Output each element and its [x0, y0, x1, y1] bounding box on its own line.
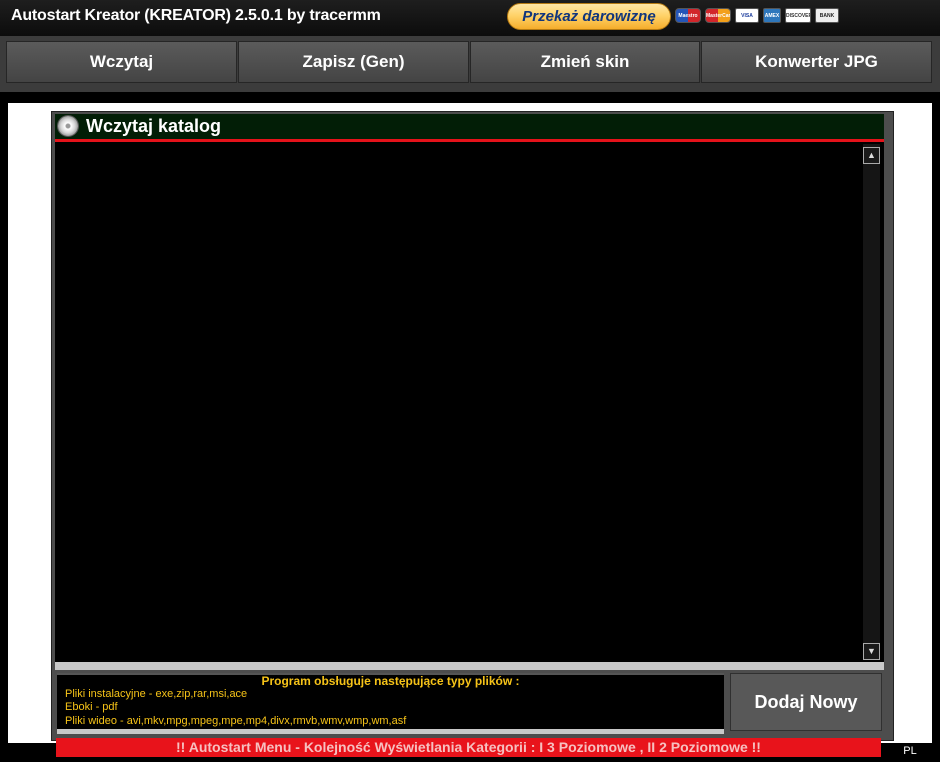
mastercard-card-icon: MasterCard: [705, 8, 731, 23]
file-list[interactable]: ▲ ▼: [55, 142, 884, 662]
info-line-installers: Pliki instalacyjne - exe,zip,rar,msi,ace: [65, 688, 248, 700]
save-gen-button[interactable]: Zapisz (Gen): [238, 41, 469, 83]
info-bottom-strip: [57, 729, 724, 734]
panel-title: Wczytaj katalog: [86, 116, 222, 136]
load-button[interactable]: Wczytaj: [6, 41, 237, 83]
toolbar: Wczytaj Zapisz (Gen) Zmień skin Konwerte…: [0, 36, 940, 92]
info-line-video: Pliki wideo - avi,mkv,mpg,mpeg,mpe,mp4,d…: [65, 715, 407, 727]
title-bar: Autostart Kreator (KREATOR) 2.5.0.1 by t…: [0, 0, 940, 36]
amex-card-icon: AMEX: [763, 8, 781, 23]
add-new-button[interactable]: Dodaj Nowy: [730, 673, 882, 731]
payment-cards: Maestro MasterCard VISA AMEX DISCOVER BA…: [675, 8, 839, 24]
info-line-ebooks: Eboki - pdf: [65, 701, 118, 713]
language-indicator[interactable]: PL: [893, 744, 927, 758]
scroll-up-icon[interactable]: ▲: [863, 147, 880, 164]
load-catalog-panel: Wczytaj katalog ▲ ▼ Program obsługuje na…: [51, 111, 894, 741]
visa-card-icon: VISA: [735, 8, 759, 23]
bank-card-icon: BANK: [815, 8, 839, 23]
donate-button[interactable]: Przekaż darowiznę: [507, 3, 671, 30]
supported-file-types-info: Program obsługuje następujące typy plikó…: [57, 673, 724, 729]
discover-card-icon: DISCOVER: [785, 8, 811, 23]
info-heading: Program obsługuje następujące typy plikó…: [261, 674, 520, 688]
scroll-down-icon[interactable]: ▼: [863, 643, 880, 660]
divider: [55, 662, 884, 670]
status-bar: !! Autostart Menu - Kolejność Wyświetlan…: [56, 738, 881, 757]
change-skin-button[interactable]: Zmień skin: [470, 41, 700, 83]
panel-header: Wczytaj katalog: [55, 114, 884, 142]
app-title: Autostart Kreator (KREATOR) 2.5.0.1 by t…: [11, 7, 381, 24]
content-area: Wczytaj katalog ▲ ▼ Program obsługuje na…: [8, 103, 932, 743]
vertical-scrollbar[interactable]: ▲ ▼: [863, 144, 880, 660]
jpg-converter-button[interactable]: Konwerter JPG: [701, 41, 932, 83]
disc-icon: [58, 116, 78, 136]
maestro-card-icon: Maestro: [675, 8, 701, 23]
